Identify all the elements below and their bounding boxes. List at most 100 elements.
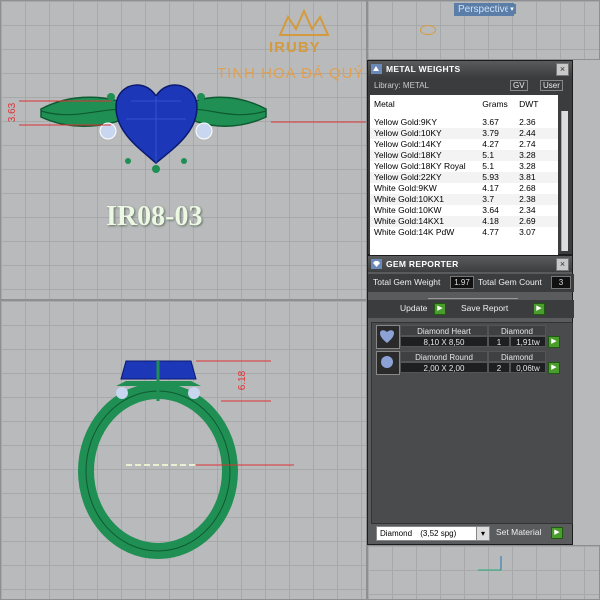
gv-button[interactable]: GV <box>510 80 528 91</box>
viewport-perspective[interactable]: Perspective ▾ <box>367 0 600 60</box>
metal-dwt: 3.81 <box>515 172 558 183</box>
gem-size: 2,00 X 2,00 <box>400 362 488 373</box>
metal-dwt: 2.74 <box>515 139 558 150</box>
ring-front-view <box>78 360 294 559</box>
library-label: Library: METAL <box>374 81 429 90</box>
table-row[interactable]: Yellow Gold:22KY 5.93 3.81 <box>370 172 558 183</box>
total-gem-count-value: 3 <box>551 276 571 289</box>
metal-name: Yellow Gold:10KY <box>370 128 479 139</box>
metal-table-header: Metal Grams DWT <box>370 99 558 110</box>
brand-slogan: TINH HOA ĐÁ QUÝ <box>217 65 365 82</box>
table-row[interactable]: Yellow Gold:14KY 4.27 2.74 <box>370 139 558 150</box>
table-row[interactable]: White Gold:14K PdW 4.77 3.07 <box>370 227 558 238</box>
gem-list: Diamond Heart Diamond 8,10 X 8,50 1 1,91… <box>371 322 573 524</box>
dropdown-arrow-icon[interactable]: ▾ <box>476 527 489 540</box>
metal-dwt: 2.34 <box>515 205 558 216</box>
table-row[interactable]: Yellow Gold:18KY 5.1 3.28 <box>370 150 558 161</box>
update-label: Update <box>400 303 428 313</box>
metal-grams: 4.18 <box>478 216 516 227</box>
metal-name: Yellow Gold:22KY <box>370 172 479 183</box>
metal-name: Yellow Gold:18KY Royal <box>370 161 479 172</box>
metal-name: White Gold:10KX1 <box>370 194 479 205</box>
ring-thumbnail-icon <box>420 25 436 35</box>
metal-name: Yellow Gold:14KY <box>370 139 479 150</box>
metal-name: Yellow Gold:18KY <box>370 150 479 161</box>
metal-name: White Gold:9KW <box>370 183 479 194</box>
gem-count: 1 <box>488 336 510 347</box>
play-icon[interactable]: ▶ <box>548 336 560 348</box>
metal-grams: 5.1 <box>478 161 516 172</box>
metal-weights-title: METAL WEIGHTS <box>368 61 572 77</box>
metal-grams: 4.17 <box>478 183 516 194</box>
gem-reporter-title: GEM REPORTER <box>368 256 572 272</box>
metal-name: White Gold:14K PdW <box>370 227 479 238</box>
metal-dwt: 3.28 <box>515 150 558 161</box>
user-button[interactable]: User <box>540 80 563 91</box>
column-header-metal: Metal <box>374 99 395 109</box>
diamond-heart-icon <box>376 325 400 349</box>
metal-table-scrollbar[interactable] <box>561 111 568 251</box>
column-header-grams: Grams <box>482 99 508 109</box>
material-select[interactable]: Diamond (3,52 spg) ▾ <box>376 526 490 541</box>
set-material-button[interactable]: ▶ <box>551 527 563 539</box>
close-icon[interactable]: × <box>556 63 569 76</box>
total-gem-weight-value: 1.97 <box>450 276 474 289</box>
table-row[interactable]: White Gold:14KX1 4.18 2.69 <box>370 216 558 227</box>
metal-dwt: 2.44 <box>515 128 558 139</box>
metal-grams: 4.27 <box>478 139 516 150</box>
diamond-round-icon <box>376 351 400 375</box>
metal-weights-panel: METAL WEIGHTS × Library: METAL GV User M… <box>367 60 573 295</box>
metal-table-body: Yellow Gold:9KY 3.67 2.36 Yellow Gold:10KY… <box>370 117 558 238</box>
table-row[interactable]: Yellow Gold:9KY 3.67 2.36 <box>370 117 558 128</box>
save-report-label: Save Report <box>461 303 509 313</box>
viewport-label[interactable]: Perspective <box>454 3 515 16</box>
close-icon[interactable]: × <box>556 258 569 271</box>
viewport-top[interactable]: IRUBY TINH HOA ĐÁ QUÝ 3.63 IR08-03 <box>0 0 367 300</box>
gem-material: Diamond <box>488 325 546 336</box>
gem-row[interactable]: Diamond Round Diamond 2,00 X 2,00 2 0,06… <box>376 351 560 375</box>
table-row[interactable]: Yellow Gold:18KY Royal 5.1 3.28 <box>370 161 558 172</box>
set-material-label: Set Material <box>496 527 542 537</box>
metal-dwt: 2.69 <box>515 216 558 227</box>
metal-table: Metal Grams DWT <box>370 99 558 110</box>
gem-weight: 0,06tw <box>510 362 546 373</box>
gem-reporter-icon <box>371 259 382 269</box>
table-row[interactable]: Yellow Gold:10KY 3.79 2.44 <box>370 128 558 139</box>
gem-actions-row: Update ▶ Save Report ▶ <box>368 300 574 318</box>
metal-name: White Gold:10KW <box>370 205 479 216</box>
total-gem-count-label: Total Gem Count <box>478 277 542 287</box>
metal-dwt: 2.68 <box>515 183 558 194</box>
gem-material: Diamond <box>488 351 546 362</box>
metal-grams: 3.79 <box>478 128 516 139</box>
material-select-value: Diamond <box>380 529 413 538</box>
gem-shape: Diamond Heart <box>400 325 488 336</box>
gem-totals-row: Total Gem Weight 1.97 Total Gem Count 3 <box>368 274 574 292</box>
gem-splitter[interactable] <box>428 293 518 299</box>
metal-dwt: 2.38 <box>515 194 558 205</box>
metal-grams: 4.77 <box>478 227 516 238</box>
dimension-label-top: 3.63 <box>7 102 19 123</box>
table-row[interactable]: White Gold:10KW 3.64 2.34 <box>370 205 558 216</box>
viewport-front[interactable]: 6.18 <box>0 300 367 600</box>
gem-shape: Diamond Round <box>400 351 488 362</box>
metal-dwt: 2.36 <box>515 117 558 128</box>
gem-count: 2 <box>488 362 510 373</box>
play-icon[interactable]: ▶ <box>548 362 560 374</box>
dropdown-arrow-icon[interactable]: ▾ <box>508 4 516 14</box>
metal-dwt: 3.07 <box>515 227 558 238</box>
gem-weight: 1,91tw <box>510 336 546 347</box>
material-select-spg: (3,52 spg) <box>420 529 457 538</box>
save-report-button[interactable]: ▶ <box>533 303 545 315</box>
library-row: Library: METAL GV User <box>370 80 568 92</box>
crown-logo-icon <box>276 8 332 43</box>
metal-grams: 3.64 <box>478 205 516 216</box>
metal-grams: 3.67 <box>478 117 516 128</box>
metal-dwt: 3.28 <box>515 161 558 172</box>
table-row[interactable]: White Gold:9KW 4.17 2.68 <box>370 183 558 194</box>
update-button[interactable]: ▶ <box>434 303 446 315</box>
metal-grams: 3.7 <box>478 194 516 205</box>
viewport-perspective-lower[interactable] <box>367 545 600 600</box>
metal-grams: 5.1 <box>478 150 516 161</box>
table-row[interactable]: White Gold:10KX1 3.7 2.38 <box>370 194 558 205</box>
gem-row[interactable]: Diamond Heart Diamond 8,10 X 8,50 1 1,91… <box>376 325 560 349</box>
